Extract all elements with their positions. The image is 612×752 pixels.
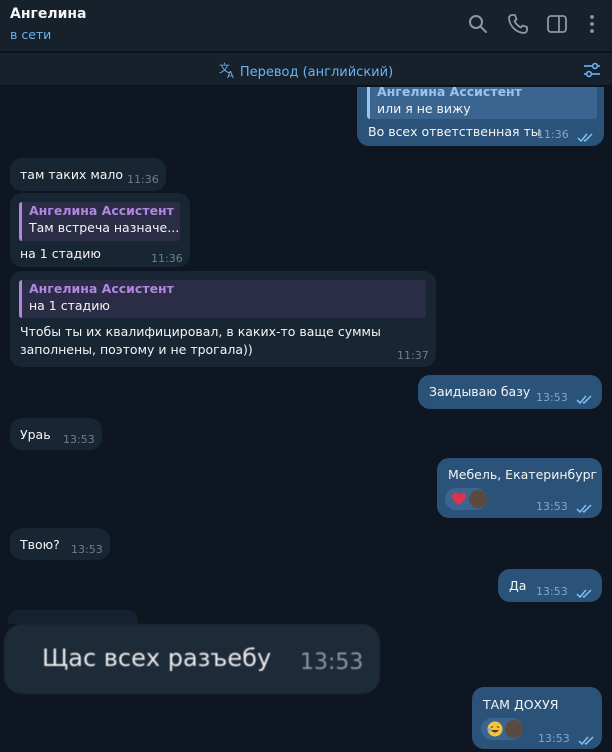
phone-icon[interactable] bbox=[506, 12, 530, 36]
bubble-shadow bbox=[8, 610, 138, 624]
reply-author: Ангелина Ассистент bbox=[29, 203, 174, 218]
message-list[interactable]: Ангелина Ассистент или я не вижу Во всех… bbox=[0, 87, 612, 752]
reply-author: Ангелина Ассистент bbox=[377, 87, 522, 99]
translate-bar: 文 A Перевод (английский) bbox=[0, 53, 612, 86]
message-bubble[interactable]: Ангелина Ассистент на 1 стадию Чтобы ты … bbox=[10, 271, 436, 367]
reply-text: или я не вижу bbox=[377, 101, 471, 116]
message-text-line: заполнены, поэтому и не трогала)) bbox=[20, 342, 253, 357]
message-time: 11:36 bbox=[127, 173, 159, 186]
message-text: ТАМ ДОХУЯ bbox=[483, 697, 559, 712]
translate-icon: 文 A bbox=[219, 61, 234, 81]
reply-quote[interactable]: Ангелина Ассистент Там встреча назначе..… bbox=[19, 202, 180, 241]
double-check-icon bbox=[578, 733, 596, 746]
reply-text: на 1 стадию bbox=[29, 298, 110, 313]
message-time: 11:37 bbox=[397, 349, 429, 362]
message-text: там таких мало bbox=[20, 167, 124, 182]
translate-button[interactable]: 文 A Перевод (английский) bbox=[0, 61, 612, 81]
contact-status: в сети bbox=[10, 27, 52, 42]
message-time: 13:53 bbox=[71, 543, 103, 556]
reaction-badge[interactable] bbox=[445, 488, 487, 510]
message-bubble[interactable]: Твою? 13:53 bbox=[10, 528, 110, 560]
translate-label: Перевод (английский) bbox=[239, 65, 394, 80]
double-check-icon bbox=[576, 392, 594, 405]
more-options-icon[interactable] bbox=[580, 12, 604, 36]
message-time: 13:53 bbox=[538, 732, 570, 745]
message-text: на 1 стадию bbox=[20, 246, 101, 261]
message-time: 13:53 bbox=[536, 391, 568, 404]
message-bubble[interactable]: Ураь 13:53 bbox=[10, 418, 102, 450]
message-text: Твою? bbox=[20, 537, 60, 552]
message-time: 11:36 bbox=[537, 128, 569, 141]
message-text: Ураь bbox=[20, 427, 51, 442]
search-icon[interactable] bbox=[466, 12, 490, 36]
message-bubble[interactable]: ТАМ ДОХУЯ 13:53 bbox=[472, 687, 602, 749]
reply-author: Ангелина Ассистент bbox=[29, 281, 174, 296]
enlarged-message-bubble[interactable]: Щас всех разъебу 13:53 bbox=[4, 624, 380, 694]
message-bubble[interactable]: Да 13:53 bbox=[498, 569, 602, 602]
reply-quote[interactable]: Ангелина Ассистент на 1 стадию bbox=[19, 280, 426, 318]
svg-text:A: A bbox=[227, 70, 234, 79]
message-time: 11:36 bbox=[151, 252, 183, 265]
double-check-icon bbox=[576, 501, 594, 514]
double-check-icon bbox=[576, 586, 594, 599]
message-time: 13:53 bbox=[536, 500, 568, 513]
message-time: 13:53 bbox=[63, 433, 95, 446]
reply-quote[interactable]: Ангелина Ассистент или я не вижу bbox=[367, 87, 597, 119]
heart-icon bbox=[452, 492, 466, 505]
message-time: 13:53 bbox=[536, 585, 568, 598]
message-bubble[interactable]: там таких мало 11:36 bbox=[10, 158, 166, 191]
message-bubble[interactable]: Ангелина Ассистент Там встреча назначе..… bbox=[10, 193, 190, 267]
message-text: Да bbox=[509, 578, 527, 593]
reactor-avatar bbox=[469, 490, 487, 508]
message-text: Щас всех разъебу bbox=[42, 644, 272, 672]
sidebar-toggle-icon[interactable] bbox=[545, 12, 569, 36]
chat-header: Ангелина в сети bbox=[0, 0, 612, 52]
reactor-avatar bbox=[505, 720, 523, 738]
message-bubble[interactable]: Заидываю базу 13:53 bbox=[418, 375, 602, 409]
laughing-face-icon bbox=[487, 721, 503, 737]
translate-settings-icon[interactable] bbox=[582, 60, 602, 80]
message-text: Мебель, Екатеринбург bbox=[448, 467, 598, 482]
message-time: 13:53 bbox=[300, 650, 364, 675]
reply-text: Там встреча назначе... bbox=[29, 220, 180, 235]
message-bubble[interactable]: Мебель, Екатеринбург 13:53 bbox=[437, 458, 602, 518]
message-text: Заидываю базу bbox=[429, 384, 531, 399]
reaction-badge[interactable] bbox=[481, 718, 523, 740]
message-text: Во всех ответственная ты bbox=[368, 124, 541, 139]
message-text-line: Чтобы ты их квалифицировал, в каких-то в… bbox=[20, 324, 381, 339]
message-bubble[interactable]: Ангелина Ассистент или я не вижу Во всех… bbox=[357, 87, 604, 146]
contact-name[interactable]: Ангелина bbox=[10, 6, 87, 22]
double-check-icon bbox=[577, 130, 595, 143]
